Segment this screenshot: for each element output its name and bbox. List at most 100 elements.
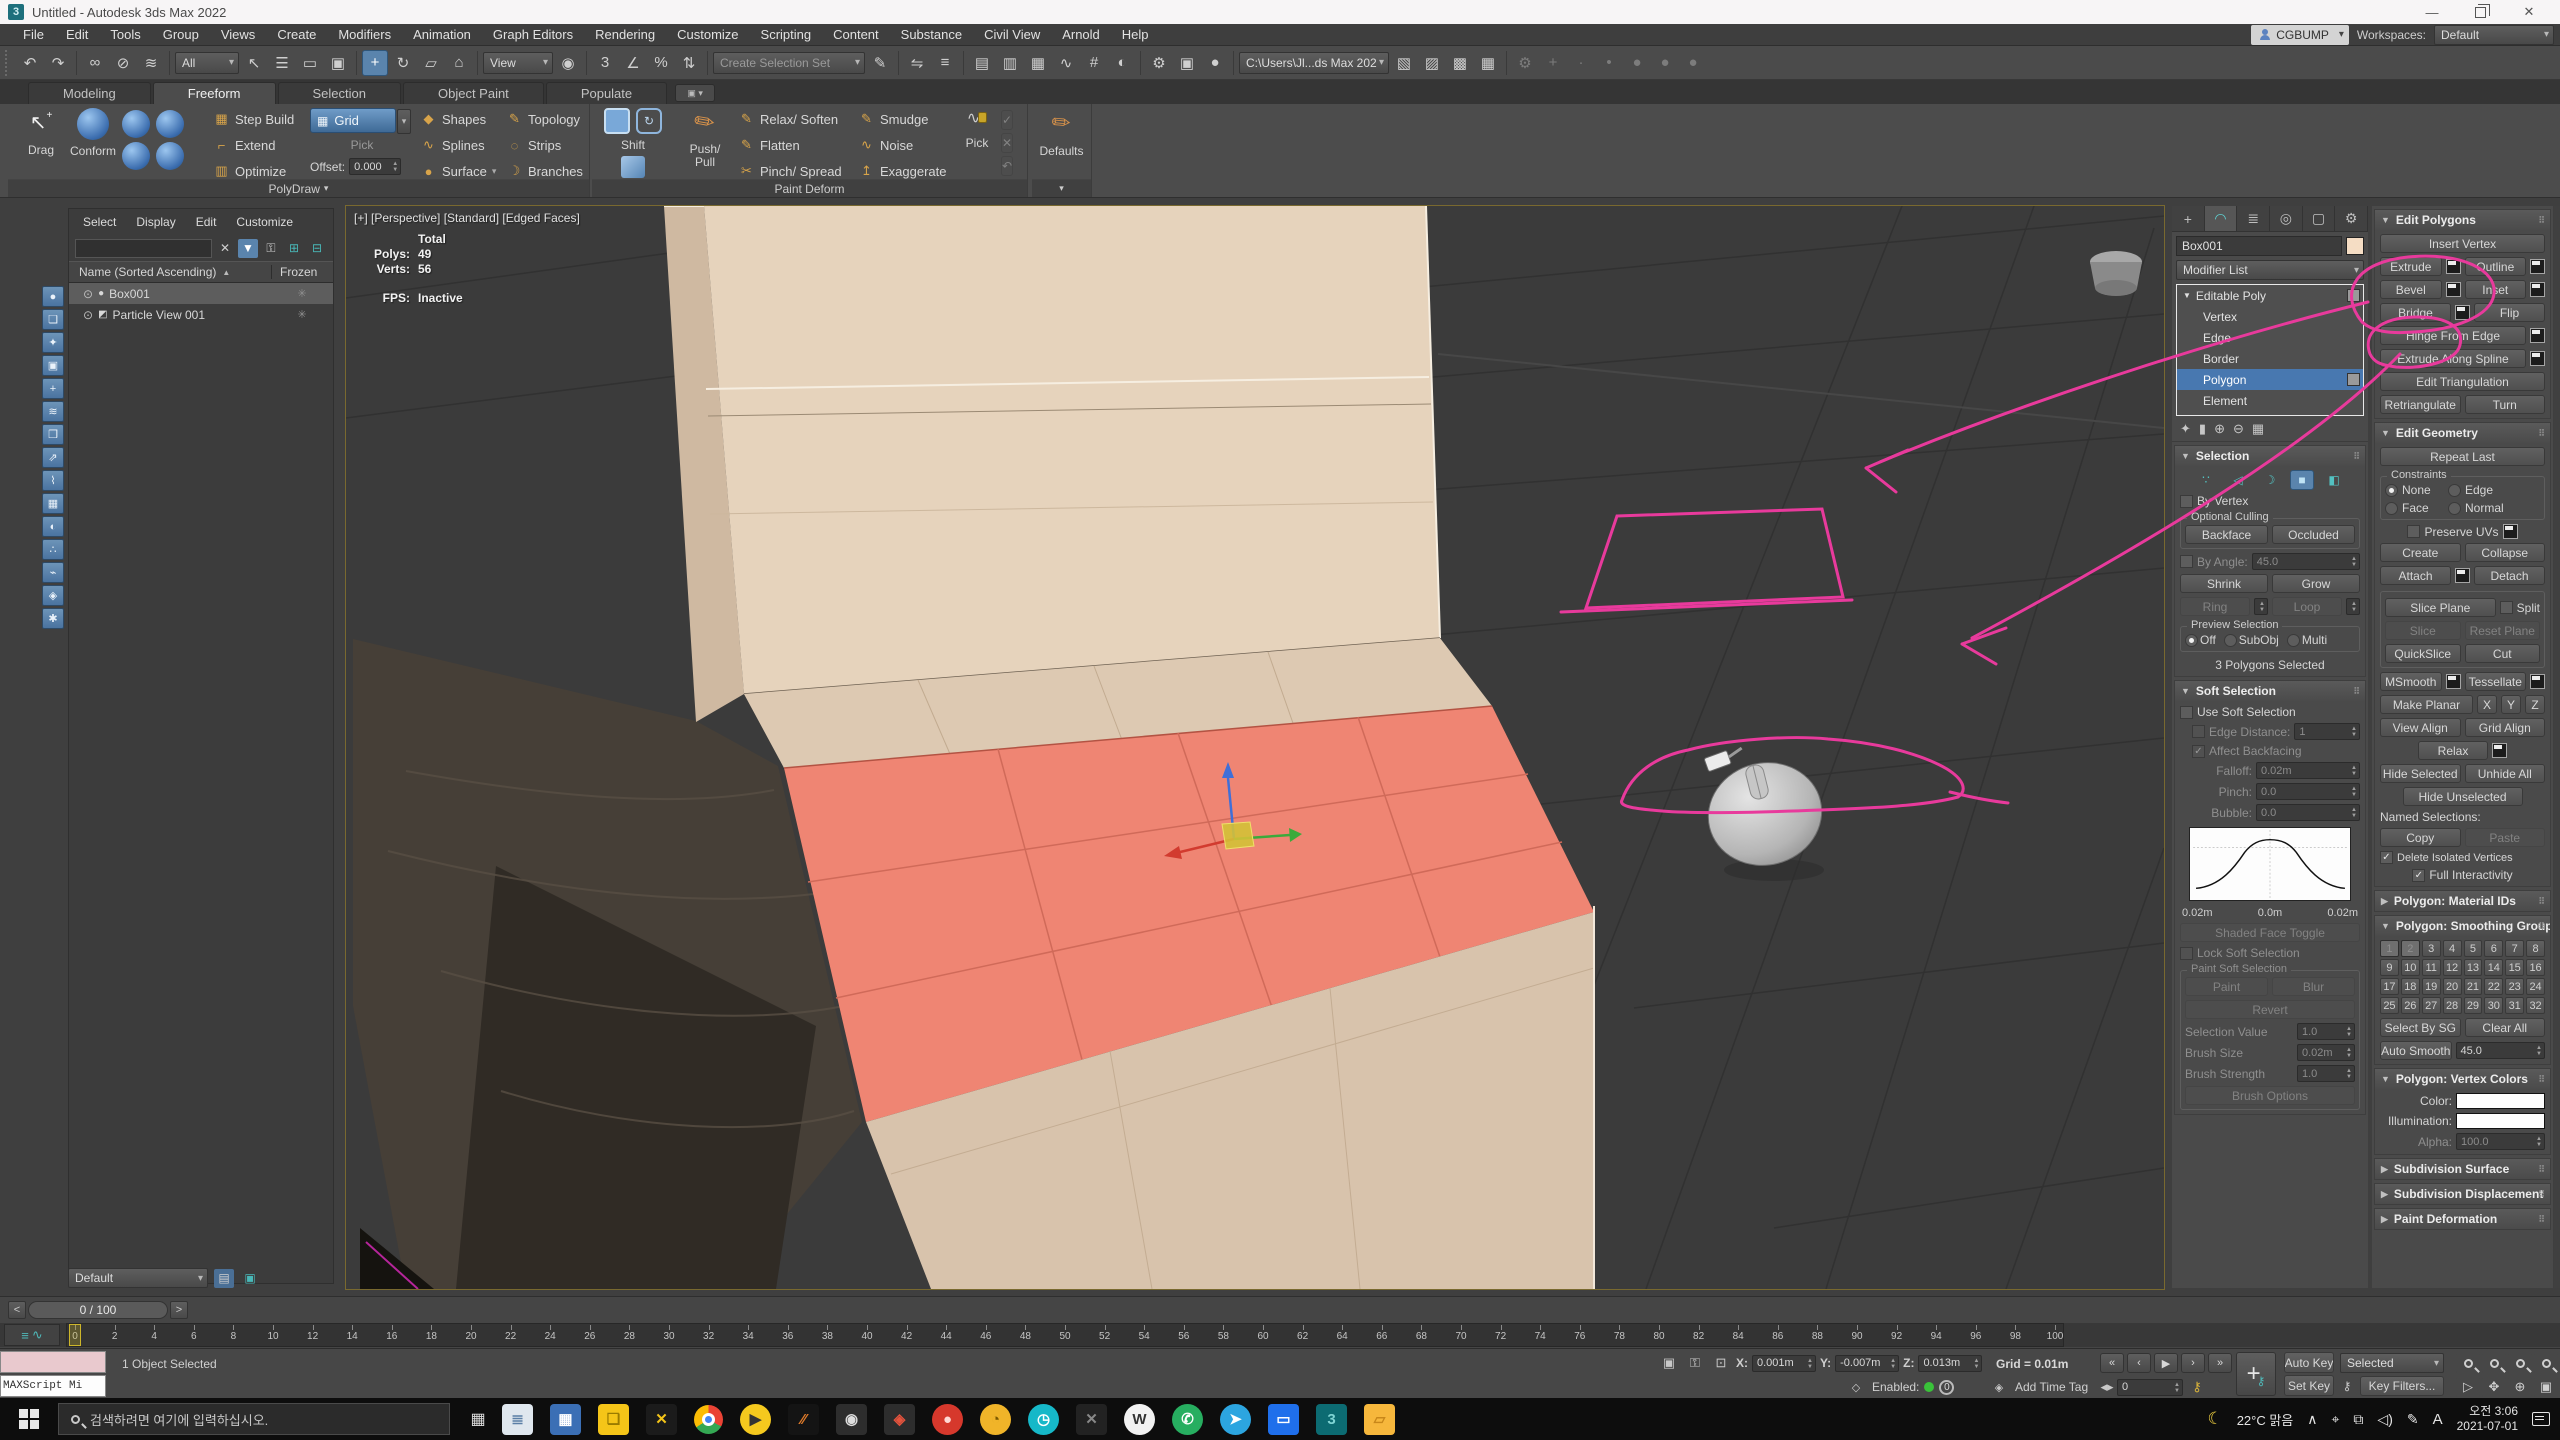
pinch-spinner[interactable]: 0.0 — [2256, 783, 2360, 800]
modifier-list-dropdown[interactable]: Modifier List — [2176, 260, 2364, 280]
blur-button[interactable]: Blur — [2272, 977, 2355, 996]
stack-item-polygon[interactable]: Polygon — [2177, 369, 2363, 390]
subdivision-surface-rollout-header[interactable]: ▶Subdivision Surface⠿ — [2375, 1159, 2550, 1179]
menu-customize[interactable]: Customize — [666, 24, 749, 45]
ribbon-tab-populate[interactable]: Populate — [546, 82, 667, 104]
crossing-selection-icon[interactable]: ▣ — [325, 50, 351, 76]
z-coordinate-spinner[interactable]: 0.013m — [1918, 1355, 1982, 1372]
frozen-toggle-icon[interactable]: ✳ — [271, 308, 333, 321]
stack-badge-icon[interactable] — [2347, 373, 2360, 386]
menu-civil-view[interactable]: Civil View — [973, 24, 1051, 45]
select-link-icon[interactable]: ∞ — [82, 50, 108, 76]
grid-dropdown-arrow[interactable]: ▾ — [397, 109, 411, 134]
preview-off-radio[interactable] — [2185, 634, 2198, 647]
smoothing-group-6-button[interactable]: 6 — [2484, 940, 2503, 957]
network-icon[interactable]: ⧉ — [2353, 1411, 2363, 1428]
smoothing-group-13-button[interactable]: 13 — [2464, 959, 2483, 976]
notification-icon[interactable] — [2532, 1412, 2550, 1426]
mirror-icon[interactable]: ⇋ — [904, 50, 930, 76]
zoom-all-icon[interactable] — [2482, 1352, 2506, 1374]
constraint-normal-radio[interactable] — [2448, 502, 2461, 515]
orbit-icon[interactable]: ⊕ — [2508, 1376, 2532, 1398]
percent-snap-icon[interactable]: % — [648, 50, 674, 76]
taskbar-app-telegram[interactable]: ➤ — [1220, 1404, 1251, 1435]
start-button[interactable] — [0, 1398, 58, 1440]
object-color-swatch[interactable] — [2346, 237, 2364, 255]
select-place-icon[interactable]: ⌂ — [446, 50, 472, 76]
defaults-label[interactable]: Defaults — [1032, 144, 1091, 158]
unlink-icon[interactable]: ⊘ — [110, 50, 136, 76]
loop-button[interactable]: Loop — [2272, 597, 2342, 616]
render-sphere-2-icon[interactable]: • — [1596, 50, 1622, 76]
display-ik-icon[interactable]: ⌁ — [42, 562, 64, 583]
taskbar-search-box[interactable]: 검색하려면 여기에 입력하십시오. — [58, 1403, 450, 1435]
constraint-face-radio[interactable] — [2385, 502, 2398, 515]
taskbar-app-folder[interactable]: ▱ — [1364, 1404, 1395, 1435]
split-checkbox[interactable] — [2500, 601, 2513, 614]
paintdeform-noise-button[interactable]: ∿Noise — [858, 134, 954, 156]
shift-icon[interactable] — [604, 108, 630, 134]
workspace-dropdown[interactable]: Default — [2434, 25, 2554, 45]
clear-all-button[interactable]: Clear All — [2465, 1018, 2546, 1037]
prev-frame-button[interactable]: ‹ — [2127, 1353, 2151, 1373]
shield-icon[interactable]: ◇ — [1845, 1377, 1867, 1397]
curve-editor-icon[interactable]: ∿ — [1053, 50, 1079, 76]
commit-cancel-icon[interactable]: ✕ — [1001, 133, 1013, 153]
turn-button[interactable]: Turn — [2465, 395, 2546, 414]
relax-settings-icon[interactable] — [2492, 743, 2507, 758]
menu-edit[interactable]: Edit — [55, 24, 99, 45]
display-helpers-icon[interactable]: + — [42, 378, 64, 399]
filter-icon[interactable]: ▼ — [238, 239, 258, 258]
lock-soft-selection-checkbox[interactable] — [2180, 947, 2193, 960]
bridge-settings-icon[interactable] — [2455, 305, 2470, 320]
shaded-face-toggle-button[interactable]: Shaded Face Toggle — [2180, 923, 2360, 942]
maxscript-mini-listener[interactable]: MAXScript Mi — [0, 1375, 106, 1397]
key-filters-icon[interactable]: ⚷ — [2338, 1376, 2356, 1396]
detach-button[interactable]: Detach — [2474, 566, 2545, 585]
trackbar-curve-toggle-icon[interactable]: ≡∿ — [4, 1324, 60, 1346]
frame-range-display[interactable]: 0 / 100 — [28, 1301, 168, 1319]
y-coordinate-spinner[interactable]: -0.007m — [1835, 1355, 1899, 1372]
polydraw-splines-button[interactable]: ∿Splines — [420, 134, 500, 156]
shift-label[interactable]: Shift — [602, 138, 664, 152]
object-name-field[interactable]: Box001 — [2176, 236, 2342, 256]
insert-vertex-button[interactable]: Insert Vertex — [2380, 234, 2545, 253]
brush-options-button[interactable]: Brush Options — [2185, 1086, 2355, 1105]
smoothing-group-2-button[interactable]: 2 — [2401, 940, 2420, 957]
attach-button[interactable]: Attach — [2380, 566, 2451, 585]
bubble-spinner[interactable]: 0.0 — [2256, 804, 2360, 821]
taskbar-app-stripes[interactable]: ⁄⁄ — [788, 1404, 819, 1435]
active-layer-dropdown[interactable]: Default — [68, 1268, 208, 1288]
time-ruler[interactable]: 0246810121416182022242628303234363840424… — [66, 1323, 2064, 1347]
polydraw-extend-button[interactable]: ⌐Extend — [213, 134, 305, 156]
alpha-spinner[interactable]: 100.0 — [2456, 1133, 2545, 1150]
menu-file[interactable]: File — [12, 24, 55, 45]
ime-indicator[interactable]: A — [2433, 1411, 2443, 1428]
menu-substance[interactable]: Substance — [890, 24, 973, 45]
current-frame-spinner[interactable]: 0 — [2117, 1379, 2183, 1396]
display-xrefs-icon[interactable]: ⇗ — [42, 447, 64, 468]
tab-modify[interactable]: ◠ — [2205, 206, 2238, 231]
render-sphere-4-icon[interactable]: ● — [1652, 50, 1678, 76]
taskbar-app-notepad[interactable]: ≣ — [502, 1404, 533, 1435]
menu-create[interactable]: Create — [266, 24, 327, 45]
paintdeform-flatten-button[interactable]: ✎Flatten — [738, 134, 854, 156]
x-coordinate-spinner[interactable]: 0.001m — [1752, 1355, 1816, 1372]
planar-x-button[interactable]: X — [2477, 695, 2497, 714]
conform-move-icon[interactable] — [122, 110, 150, 138]
go-end-button[interactable]: » — [2208, 1353, 2232, 1373]
rect-selection-icon[interactable]: ▭ — [297, 50, 323, 76]
smoothing-group-17-button[interactable]: 17 — [2380, 978, 2399, 995]
smoothing-group-21-button[interactable]: 21 — [2464, 978, 2483, 995]
paintdeform-relax-soften-button[interactable]: ✎Relax/ Soften — [738, 108, 854, 130]
scene-explorer-3-icon[interactable]: ▩ — [1447, 50, 1473, 76]
paint-deform-panel-label[interactable]: Paint Deform — [592, 179, 1027, 197]
scene-explorer-toggle-icon[interactable]: ▤ — [969, 50, 995, 76]
outline-button[interactable]: Outline — [2465, 257, 2527, 276]
isolate-icon[interactable]: ▣ — [240, 1269, 260, 1288]
selection-value-spinner[interactable]: 1.0 — [2297, 1023, 2355, 1040]
smoothing-group-4-button[interactable]: 4 — [2443, 940, 2462, 957]
bridge-button[interactable]: Bridge — [2380, 303, 2451, 322]
toolbar-grip[interactable] — [5, 50, 12, 76]
smoothing-group-11-button[interactable]: 11 — [2422, 959, 2441, 976]
